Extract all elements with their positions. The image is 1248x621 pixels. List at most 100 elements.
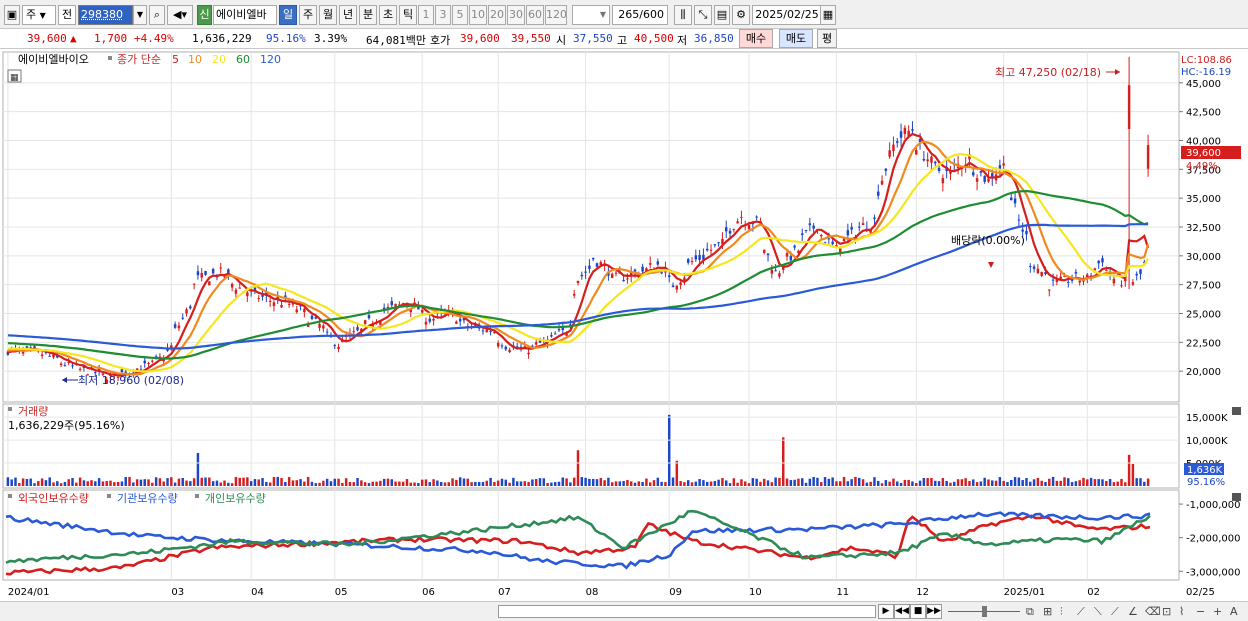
- candle-icon[interactable]: ⫼: [674, 5, 692, 25]
- volume-bar: [519, 481, 523, 486]
- period-tab-0[interactable]: 일: [279, 5, 297, 25]
- search-icon[interactable]: ⌕: [149, 5, 165, 25]
- volume-panel-close-icon[interactable]: [1232, 407, 1241, 415]
- interval-button-10[interactable]: 10: [469, 5, 487, 25]
- line-tool-icon[interactable]: ⟋: [1077, 605, 1085, 619]
- volume-bar: [295, 480, 298, 486]
- candle-body: [500, 345, 504, 347]
- lock-tool-icon[interactable]: ⊡: [1162, 605, 1171, 618]
- interval-button-60[interactable]: 60: [526, 5, 544, 25]
- volume-bar: [101, 481, 105, 486]
- volume-bar: [652, 480, 656, 486]
- volume-bar: [736, 482, 739, 486]
- interval-button-20[interactable]: 20: [488, 5, 506, 25]
- draw-tool-icon[interactable]: ⤡: [694, 5, 712, 25]
- volume-bar: [1040, 480, 1043, 486]
- x-label: 02: [1087, 587, 1100, 598]
- volume-bar: [33, 483, 36, 486]
- interval-button-1[interactable]: 1: [418, 5, 434, 25]
- prev-button[interactable]: 전: [58, 5, 76, 25]
- interval-select[interactable]: ▼: [572, 5, 610, 25]
- candle-body: [728, 230, 732, 234]
- fast-forward-icon[interactable]: ▶▶: [926, 604, 942, 619]
- copy-icon[interactable]: ⊞: [1043, 605, 1052, 618]
- period-tab-1[interactable]: 주: [299, 5, 317, 25]
- stock-code-input[interactable]: 298380: [78, 5, 133, 25]
- candle-body: [626, 278, 629, 280]
- rewind-icon[interactable]: ◀◀: [894, 604, 910, 619]
- gear-icon[interactable]: ⚙: [732, 5, 750, 25]
- volume-bar: [964, 478, 967, 486]
- volume-bar: [147, 479, 150, 486]
- erase-tool-icon[interactable]: ⌫: [1145, 605, 1161, 618]
- volume-bar: [1044, 481, 1047, 486]
- sell-button[interactable]: 매도: [779, 29, 813, 48]
- interval-button-5[interactable]: 5: [452, 5, 468, 25]
- low: 36,850: [694, 32, 734, 45]
- volume-bar: [842, 476, 846, 486]
- volume-bar: [371, 481, 374, 486]
- candle-body: [386, 306, 390, 308]
- magnet-icon[interactable]: ⌇: [1179, 605, 1184, 618]
- interval-button-120[interactable]: 120: [545, 5, 567, 25]
- trend-tool-icon[interactable]: ⟋: [1111, 605, 1119, 619]
- angle-tool-icon[interactable]: ∠: [1128, 605, 1138, 618]
- font-size-icon[interactable]: A: [1230, 605, 1238, 618]
- date-input[interactable]: 2025/02/25: [752, 5, 822, 25]
- volume-bar: [447, 482, 451, 486]
- compare-icon[interactable]: ⧉: [1026, 605, 1034, 619]
- candle-body: [489, 330, 492, 332]
- volume-bar: [998, 477, 1002, 486]
- window-icon[interactable]: ▣: [4, 5, 20, 25]
- volume-bar: [770, 482, 774, 486]
- speaker-icon[interactable]: ◀▾: [167, 5, 193, 25]
- amount: 64,081백만: [366, 34, 426, 47]
- ray-tool-icon[interactable]: ⟍: [1094, 605, 1102, 619]
- calendar-icon[interactable]: ▦: [820, 5, 836, 25]
- volume-bar: [858, 477, 861, 486]
- scroll-right-icon[interactable]: ▶: [878, 604, 894, 619]
- low-annotation: 최저 18,960 (02/08): [78, 374, 184, 387]
- volume-bar: [265, 481, 268, 486]
- candle-body: [200, 272, 203, 278]
- zoom-in-icon[interactable]: +: [1213, 605, 1222, 618]
- volume-bar: [1120, 478, 1123, 486]
- volume-bar: [645, 478, 648, 486]
- avg-button[interactable]: 평: [817, 29, 837, 48]
- period-tab-3[interactable]: 년: [339, 5, 357, 25]
- code-dropdown-icon[interactable]: ▼: [133, 5, 147, 25]
- save-icon[interactable]: ▤: [714, 5, 730, 25]
- scroll-track[interactable]: [498, 605, 876, 618]
- count-input[interactable]: 265/600: [612, 5, 668, 25]
- interval-button-3[interactable]: 3: [435, 5, 451, 25]
- candle-body: [424, 321, 428, 325]
- volume-bar: [968, 480, 971, 486]
- candle-body: [934, 161, 937, 164]
- chart-area[interactable]: 20,000 22,500 25,000 27,500 30,000 32,500 35,0…: [0, 50, 1248, 621]
- zoom-out-icon[interactable]: −: [1196, 605, 1205, 618]
- period-tab-4[interactable]: 분: [359, 5, 377, 25]
- market-select[interactable]: 주 ▼: [22, 5, 56, 25]
- interval-button-30[interactable]: 30: [507, 5, 525, 25]
- stop-icon[interactable]: ■: [910, 604, 926, 619]
- volume-bar: [390, 479, 394, 486]
- zoom-thumb[interactable]: [982, 606, 987, 617]
- volume-bar: [477, 481, 481, 486]
- volume-bar: [375, 481, 378, 486]
- x-label: 10: [749, 587, 762, 598]
- chart-svg[interactable]: 20,000 22,500 25,000 27,500 30,000 32,500 35,0…: [0, 50, 1248, 601]
- period-tab-2[interactable]: 월: [319, 5, 337, 25]
- candle-body: [553, 333, 557, 335]
- candle-body: [352, 331, 355, 333]
- period-tab-6[interactable]: 틱: [399, 5, 417, 25]
- chart-type-icon[interactable]: ⫶: [1060, 605, 1063, 619]
- candle-body: [1146, 145, 1150, 169]
- volume-bar: [515, 481, 519, 486]
- volume-bar: [75, 482, 78, 486]
- period-tab-5[interactable]: 초: [379, 5, 397, 25]
- volume-bar: [189, 481, 192, 486]
- volume-bar: [1048, 478, 1051, 486]
- volume-bar: [1025, 478, 1028, 486]
- volume-bar: [1029, 481, 1032, 486]
- buy-button[interactable]: 매수: [739, 29, 773, 48]
